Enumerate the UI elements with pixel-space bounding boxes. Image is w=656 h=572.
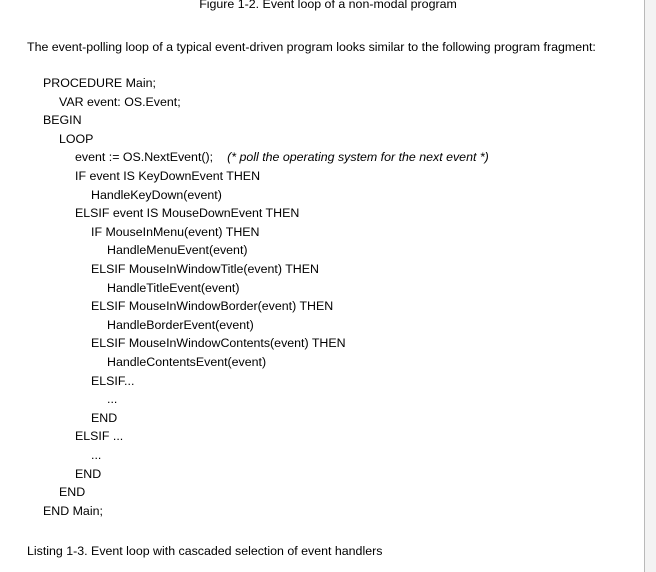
code-text: ...: [107, 392, 118, 407]
code-text: ELSIF...: [91, 373, 135, 388]
code-line: VAR event: OS.Event;: [59, 95, 181, 113]
code-line: HandleMenuEvent(event): [107, 243, 248, 261]
code-line: HandleTitleEvent(event): [107, 281, 239, 299]
code-line: HandleContentsEvent(event): [107, 355, 266, 373]
code-line: ELSIF event IS MouseDownEvent THEN: [75, 206, 299, 224]
code-text: HandleMenuEvent(event): [107, 243, 248, 258]
code-line: ELSIF ...: [75, 429, 123, 447]
code-line: LOOP: [59, 132, 93, 150]
code-text: IF MouseInMenu(event) THEN: [91, 224, 260, 239]
code-line: END: [59, 485, 85, 503]
code-line: END: [75, 467, 101, 485]
code-line: END Main;: [43, 504, 103, 522]
code-line: event := OS.NextEvent(); (* poll the oper…: [75, 150, 489, 168]
code-line: ...: [91, 448, 101, 466]
code-text: END: [59, 485, 86, 500]
figure-caption: Figure 1-2. Event loop of a non-modal pr…: [199, 0, 457, 11]
code-text: PROCEDURE Main;: [43, 76, 156, 90]
code-text: ...: [91, 448, 102, 462]
code-text: HandleBorderEvent(event): [107, 317, 254, 332]
code-line: HandleKeyDown(event): [91, 188, 222, 206]
code-text: END: [75, 466, 102, 481]
code-text: event := OS.NextEvent();: [75, 150, 214, 165]
code-line: PROCEDURE Main;: [43, 76, 156, 94]
code-text: END Main;: [43, 503, 103, 518]
code-line: ...: [107, 392, 117, 410]
code-line: ELSIF MouseInWindowTitle(event) THEN: [91, 262, 319, 280]
listing-caption: Listing 1-3. Event loop with cascaded se…: [27, 544, 383, 558]
code-text: VAR event: OS.Event;: [59, 94, 181, 109]
document-page: Figure 1-2. Event loop of a non-modal pr…: [0, 0, 644, 572]
scroll-gutter: [645, 0, 656, 572]
code-text: ELSIF MouseInWindowContents(event) THEN: [91, 336, 346, 351]
code-line: END: [91, 411, 117, 429]
code-text: HandleContentsEvent(event): [107, 355, 267, 369]
code-text: HandleTitleEvent(event): [107, 280, 240, 295]
code-text: ELSIF MouseInWindowTitle(event) THEN: [91, 262, 319, 276]
code-text: ELSIF ...: [75, 429, 124, 444]
code-line: ELSIF MouseInWindowBorder(event) THEN: [91, 299, 333, 317]
code-text: LOOP: [59, 131, 94, 146]
code-line: ELSIF...: [91, 374, 134, 392]
code-line: BEGIN: [43, 113, 82, 131]
code-line: HandleBorderEvent(event): [107, 318, 254, 336]
intro-paragraph: The event-polling loop of a typical even…: [27, 40, 596, 54]
code-text: END: [91, 410, 118, 425]
code-text: ELSIF event IS MouseDownEvent THEN: [75, 206, 300, 221]
code-line: IF event IS KeyDownEvent THEN: [75, 169, 260, 187]
code-text: IF event IS KeyDownEvent THEN: [75, 169, 261, 183]
code-text: HandleKeyDown(event): [91, 187, 222, 202]
code-text: ELSIF MouseInWindowBorder(event) THEN: [91, 299, 334, 314]
code-line: ELSIF MouseInWindowContents(event) THEN: [91, 336, 346, 354]
code-text: BEGIN: [43, 113, 82, 128]
code-line: IF MouseInMenu(event) THEN: [91, 225, 259, 243]
code-comment: (* poll the operating system for the nex…: [227, 150, 489, 165]
